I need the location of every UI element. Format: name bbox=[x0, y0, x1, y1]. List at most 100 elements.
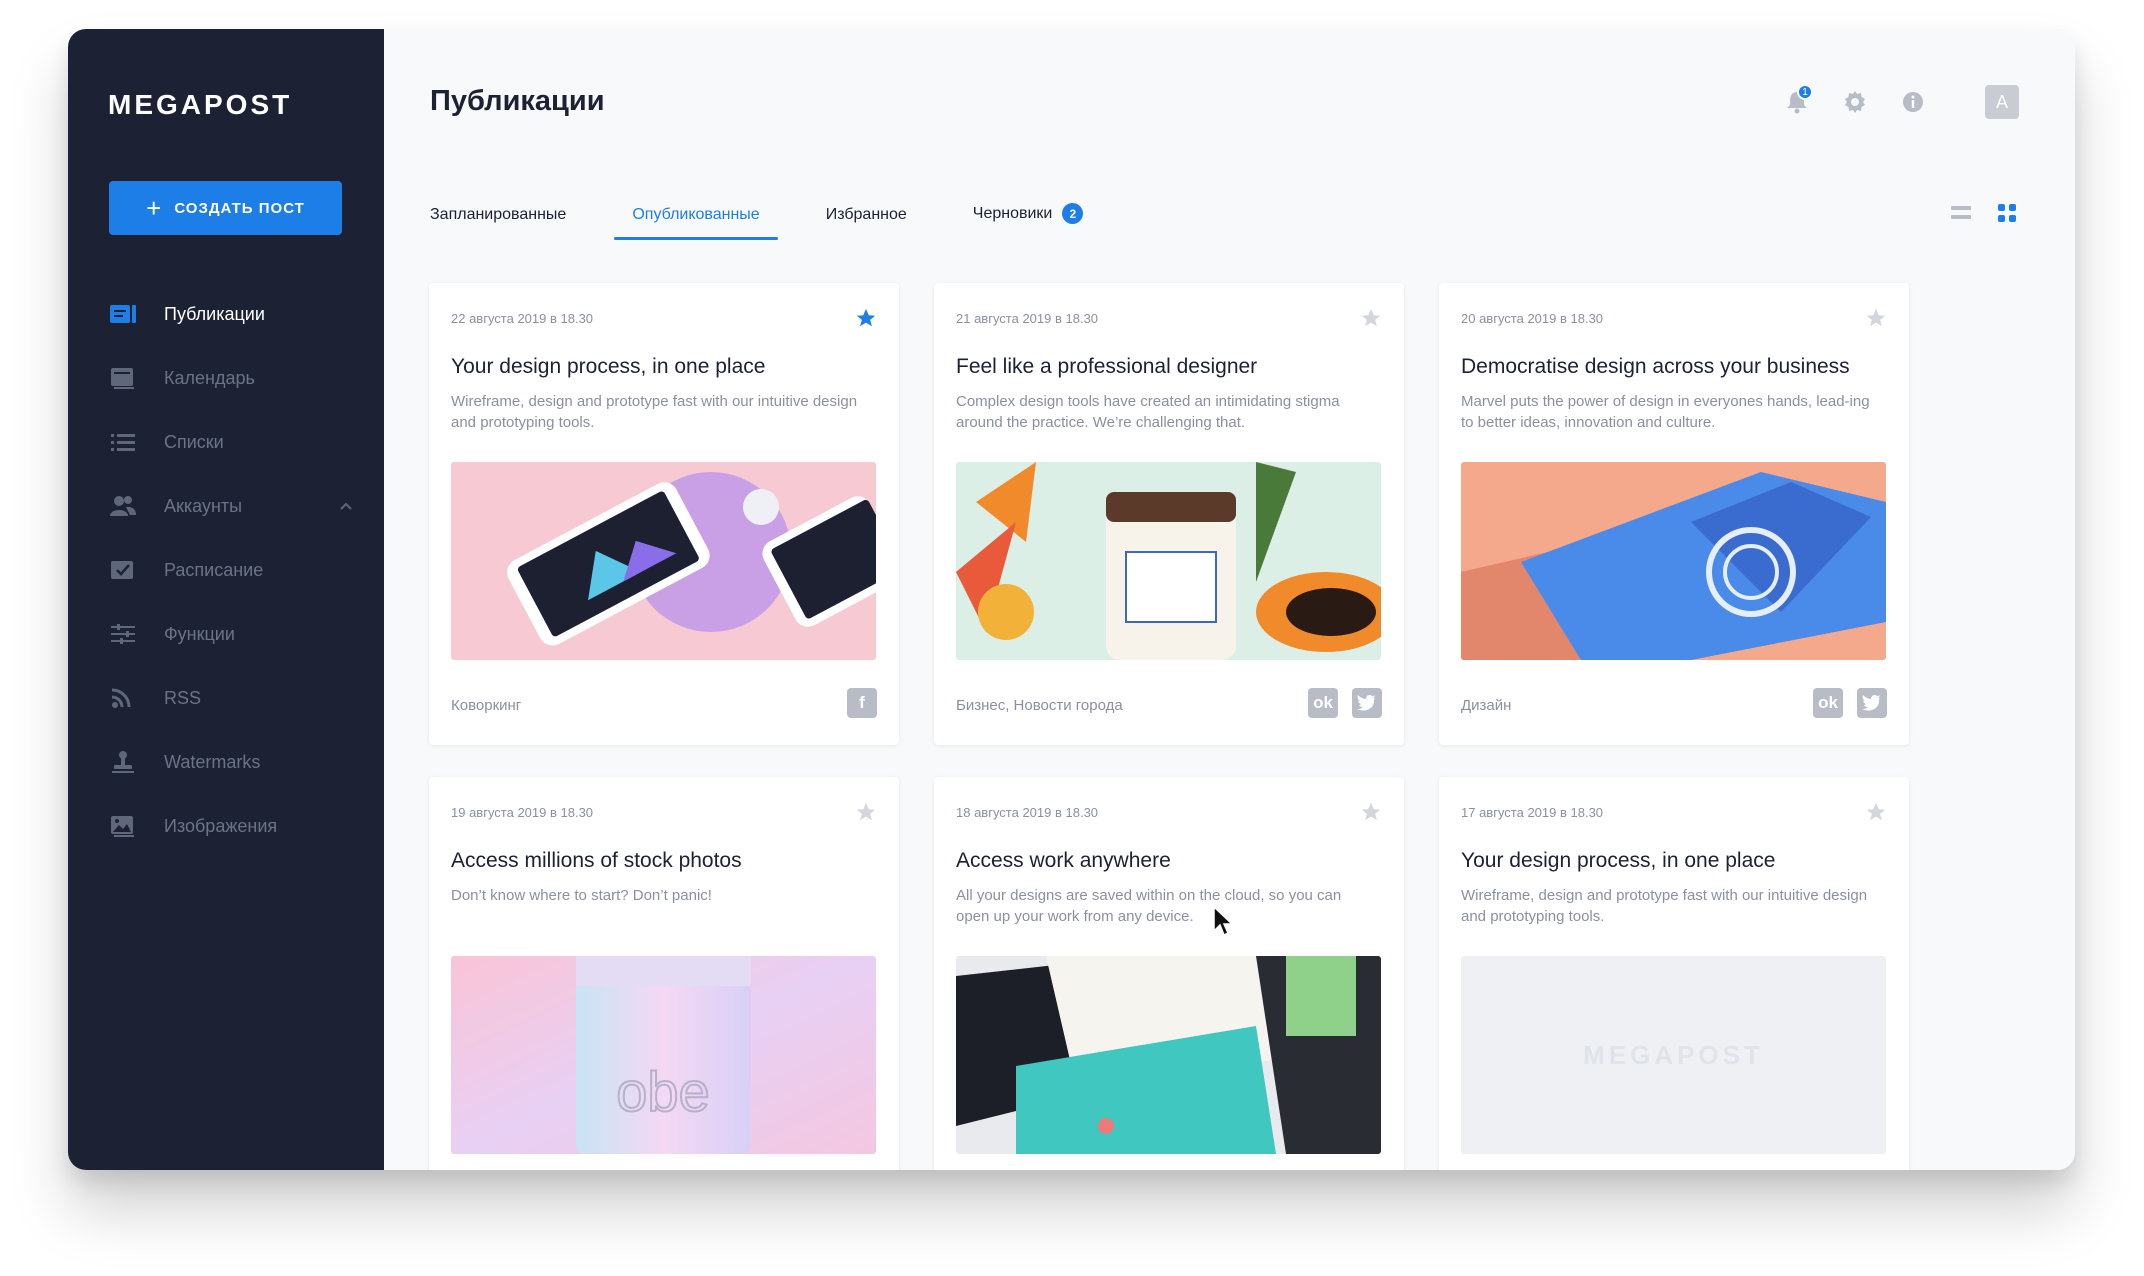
chevron-up-icon[interactable] bbox=[336, 496, 356, 516]
placeholder-logo: MEGAPOST bbox=[1583, 1039, 1764, 1070]
post-tags: Коворкинг bbox=[451, 697, 522, 714]
post-card[interactable]: 20 августа 2019 в 18.30 Democratise desi… bbox=[1439, 283, 1909, 745]
functions-icon bbox=[108, 621, 138, 647]
sidebar-item-label: Публикации bbox=[164, 303, 265, 324]
sidebar-item-label: Аккаунты bbox=[164, 495, 243, 516]
post-date: 21 августа 2019 в 18.30 bbox=[956, 311, 1099, 326]
tab-bar: Запланированные Опубликованные Избранное… bbox=[430, 191, 1131, 240]
drafts-count-badge: 2 bbox=[1062, 203, 1084, 224]
accounts-icon bbox=[108, 493, 138, 519]
social-networks: ok bbox=[1813, 688, 1887, 718]
sidebar-item-label: Изображения bbox=[164, 815, 278, 836]
app-logo: MEGAPOST bbox=[108, 89, 293, 120]
twitter-icon bbox=[1352, 688, 1382, 718]
sidebar-item-images[interactable]: Изображения bbox=[68, 794, 384, 858]
sidebar-item-accounts[interactable]: Аккаунты bbox=[68, 474, 384, 538]
sidebar-item-label: Расписание bbox=[164, 559, 264, 580]
post-date: 18 августа 2019 в 18.30 bbox=[956, 805, 1099, 820]
odnoklassniki-icon: ok bbox=[1813, 688, 1843, 718]
sidebar-item-label: Watermarks bbox=[164, 751, 261, 772]
phones-illustration bbox=[451, 462, 876, 660]
view-toggle bbox=[1949, 201, 2019, 225]
tab-label: Избранное bbox=[825, 206, 907, 223]
post-title: Access millions of stock photos bbox=[451, 849, 742, 872]
post-card[interactable]: 17 августа 2019 в 18.30 Your design proc… bbox=[1439, 777, 1909, 1170]
magazine-illustration bbox=[1461, 462, 1886, 660]
post-card[interactable]: 22 августа 2019 в 18.30 Your design proc… bbox=[429, 283, 899, 745]
sidebar-item-label: Функции bbox=[164, 623, 235, 644]
post-image bbox=[956, 956, 1381, 1154]
star-icon[interactable] bbox=[855, 307, 877, 329]
sidebar-item-watermarks[interactable]: Watermarks bbox=[68, 730, 384, 794]
plus-icon: + bbox=[146, 193, 163, 223]
twitter-icon bbox=[1857, 688, 1887, 718]
avatar[interactable]: A bbox=[1985, 85, 2019, 119]
post-card[interactable]: 21 августа 2019 в 18.30 Feel like a prof… bbox=[934, 283, 1404, 745]
sidebar: MEGAPOST + Создать пост Публикации Кален… bbox=[68, 29, 384, 1170]
star-icon[interactable] bbox=[1865, 801, 1887, 823]
post-title: Feel like a professional designer bbox=[956, 355, 1258, 378]
tab-label: Запланированные bbox=[430, 206, 567, 223]
sidebar-item-calendar[interactable]: Календарь bbox=[68, 346, 384, 410]
list-icon bbox=[108, 429, 138, 455]
main-content: Публикации 1 A Запланированные Опубликов… bbox=[384, 29, 2075, 1170]
post-tags: Дизайн bbox=[1461, 697, 1512, 714]
odnoklassniki-icon: ok bbox=[1308, 688, 1338, 718]
sidebar-item-label: Списки bbox=[164, 431, 224, 452]
post-image-placeholder: MEGAPOST bbox=[1461, 956, 1886, 1154]
post-date: 20 августа 2019 в 18.30 bbox=[1461, 311, 1604, 326]
sidebar-item-schedule[interactable]: Расписание bbox=[68, 538, 384, 602]
app-window: MEGAPOST + Создать пост Публикации Кален… bbox=[68, 29, 2075, 1170]
create-post-label: Создать пост bbox=[174, 199, 305, 217]
post-image bbox=[956, 462, 1381, 660]
print-collage-illustration bbox=[956, 956, 1381, 1154]
social-networks: f bbox=[847, 688, 877, 718]
sidebar-item-functions[interactable]: Функции bbox=[68, 602, 384, 666]
sidebar-item-label: RSS bbox=[164, 687, 202, 708]
star-icon[interactable] bbox=[1360, 801, 1382, 823]
post-description: Wireframe, design and prototype fast wit… bbox=[1461, 887, 1868, 925]
info-button[interactable] bbox=[1897, 86, 1929, 118]
post-date: 19 августа 2019 в 18.30 bbox=[451, 805, 594, 820]
post-date: 22 августа 2019 в 18.30 bbox=[451, 311, 594, 326]
post-image bbox=[1461, 462, 1886, 660]
gear-icon bbox=[1845, 91, 1865, 113]
post-tags: Бизнес, Новости города bbox=[956, 697, 1123, 714]
stamp-icon bbox=[108, 749, 138, 775]
settings-button[interactable] bbox=[1839, 86, 1871, 118]
sidebar-item-lists[interactable]: Списки bbox=[68, 410, 384, 474]
sidebar-item-rss[interactable]: RSS bbox=[68, 666, 384, 730]
sidebar-item-publications[interactable]: Публикации bbox=[68, 282, 384, 346]
sidebar-item-label: Календарь bbox=[164, 367, 255, 388]
tab-favorites[interactable]: Избранное bbox=[808, 194, 925, 240]
create-post-button[interactable]: + Создать пост bbox=[109, 181, 342, 235]
star-icon[interactable] bbox=[855, 801, 877, 823]
post-description: Complex design tools have created an int… bbox=[956, 393, 1340, 431]
mouse-cursor-icon bbox=[1213, 905, 1234, 937]
star-icon[interactable] bbox=[1865, 307, 1887, 329]
notifications-button[interactable]: 1 bbox=[1781, 84, 1813, 118]
tab-label: Опубликованные bbox=[632, 206, 760, 223]
list-view-icon[interactable] bbox=[1949, 201, 1973, 225]
info-icon bbox=[1903, 92, 1923, 112]
social-networks: ok bbox=[1308, 688, 1382, 718]
grid-view-icon[interactable] bbox=[1995, 201, 2019, 225]
tab-drafts[interactable]: Черновики 2 bbox=[955, 191, 1102, 240]
post-card[interactable]: 18 августа 2019 в 18.30 Access work anyw… bbox=[934, 777, 1404, 1170]
tab-scheduled[interactable]: Запланированные bbox=[430, 194, 584, 240]
svg-text:obe: obe bbox=[616, 1060, 709, 1123]
post-description: Wireframe, design and prototype fast wit… bbox=[451, 393, 858, 431]
sidebar-nav: Публикации Календарь Списки Аккаунты Рас… bbox=[68, 282, 384, 858]
holographic-package-illustration: obe bbox=[451, 956, 876, 1154]
star-icon[interactable] bbox=[1360, 307, 1382, 329]
post-description: Marvel puts the power of design in every… bbox=[1461, 393, 1870, 431]
calendar-icon bbox=[108, 365, 138, 391]
post-card[interactable]: 19 августа 2019 в 18.30 Access millions … bbox=[429, 777, 899, 1170]
header-actions: 1 A bbox=[1781, 84, 2019, 119]
post-title: Your design process, in one place bbox=[451, 355, 766, 378]
post-image bbox=[451, 462, 876, 660]
notification-badge: 1 bbox=[1797, 84, 1813, 100]
post-title: Your design process, in one place bbox=[1461, 849, 1776, 872]
tab-published[interactable]: Опубликованные bbox=[614, 194, 779, 240]
post-description: All your designs are saved within on the… bbox=[956, 887, 1342, 925]
